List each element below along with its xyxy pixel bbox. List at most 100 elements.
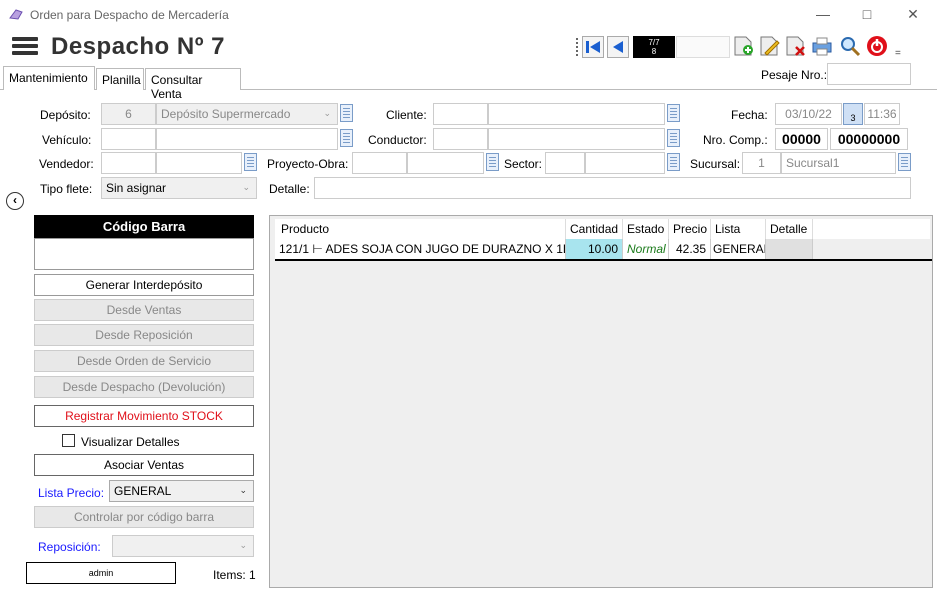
new-document-icon[interactable] (731, 34, 755, 58)
vehiculo-name-field[interactable] (156, 128, 338, 150)
close-button[interactable]: ✕ (898, 4, 928, 26)
desde-orden-servicio-button[interactable]: Desde Orden de Servicio (34, 350, 254, 372)
app-icon (9, 8, 25, 20)
detalle-label: Detalle: (269, 182, 310, 196)
detalle-field[interactable] (314, 177, 911, 199)
deposito-code-field[interactable]: 6 (101, 103, 156, 125)
calendar-icon[interactable]: 3 (843, 103, 863, 125)
maximize-button[interactable]: □ (852, 4, 882, 26)
cliente-name-field[interactable] (488, 103, 665, 125)
fecha-time-field[interactable]: 11:36 (864, 103, 900, 125)
tipo-flete-label: Tipo flete: (40, 182, 93, 196)
sucursal-name-field[interactable]: Sucursal1 (781, 152, 896, 174)
barcode-header: Código Barra (34, 215, 254, 238)
toolbar-grip (576, 38, 579, 56)
col-lista[interactable]: Lista (711, 219, 766, 239)
first-record-icon[interactable] (582, 36, 604, 58)
barcode-input[interactable] (34, 238, 254, 270)
conductor-code-field[interactable] (433, 128, 488, 150)
visualizar-detalles-checkbox[interactable] (62, 434, 75, 447)
cell-producto[interactable]: 121/1 ⊢ ADES SOJA CON JUGO DE DURAZNO X … (275, 239, 566, 260)
col-detalle[interactable]: Detalle (766, 219, 813, 239)
chevron-down-icon: ⌄ (323, 108, 331, 118)
proyecto-code-field[interactable] (352, 152, 407, 174)
chevron-down-icon: ⌄ (242, 182, 250, 192)
vehiculo-code-field[interactable] (101, 128, 156, 150)
conductor-lookup-icon[interactable] (667, 129, 680, 147)
collapse-panel-icon[interactable]: ‹ (6, 192, 24, 210)
tab-consultar-venta[interactable]: Consultar Venta (145, 68, 241, 101)
asociar-ventas-button[interactable]: Asociar Ventas (34, 454, 254, 476)
cell-detalle[interactable] (766, 239, 813, 260)
deposito-select[interactable]: Depósito Supermercado ⌄ (156, 103, 338, 125)
search-icon[interactable] (838, 34, 862, 58)
sucursal-code-field[interactable]: 1 (742, 152, 781, 174)
products-grid (269, 215, 933, 588)
record-counter-bottom: 8 (651, 47, 657, 56)
deposito-label: Depósito: (40, 108, 91, 122)
sucursal-lookup-icon[interactable] (898, 153, 911, 171)
deposito-lookup-icon[interactable] (340, 104, 353, 122)
proyecto-name-field[interactable] (407, 152, 484, 174)
previous-record-icon[interactable] (607, 36, 629, 58)
col-producto[interactable]: Producto (277, 219, 566, 239)
desde-despacho-button[interactable]: Desde Despacho (Devolución) (34, 376, 254, 398)
desde-reposicion-button[interactable]: Desde Reposición (34, 324, 254, 346)
controlar-codigo-barra-button[interactable]: Controlar por código barra (34, 506, 254, 528)
conductor-label: Conductor: (368, 133, 427, 147)
toolbar-overflow-icon[interactable]: = (895, 48, 901, 59)
record-counter-top: 7/7 (648, 38, 660, 47)
col-cantidad[interactable]: Cantidad (566, 219, 623, 239)
edit-document-icon[interactable] (757, 34, 781, 58)
sector-lookup-icon[interactable] (667, 153, 680, 171)
cliente-lookup-icon[interactable] (667, 104, 680, 122)
nro-comp-label: Nro. Comp.: (703, 133, 768, 147)
nav-spacer (676, 36, 730, 58)
chevron-down-icon: ⌄ (239, 485, 247, 495)
pesaje-input[interactable] (827, 63, 911, 85)
print-icon[interactable] (810, 34, 834, 58)
desde-ventas-button[interactable]: Desde Ventas (34, 299, 254, 321)
col-estado[interactable]: Estado (623, 219, 669, 239)
lista-precio-label: Lista Precio: (38, 486, 105, 500)
reposicion-label: Reposición: (38, 540, 101, 554)
cell-lista[interactable]: GENERAL (711, 239, 766, 260)
generar-interdeposito-button[interactable]: Generar Interdepósito (34, 274, 254, 296)
nro-comp-prefix-field[interactable]: 00000 (775, 128, 828, 150)
minimize-button[interactable]: — (808, 4, 838, 26)
power-exit-icon[interactable] (865, 34, 889, 58)
tab-mantenimiento[interactable]: Mantenimiento (3, 66, 95, 90)
menu-icon[interactable] (12, 37, 38, 57)
vendedor-code-field[interactable] (101, 152, 156, 174)
tab-planilla[interactable]: Planilla (96, 68, 144, 90)
vehiculo-lookup-icon[interactable] (340, 129, 353, 147)
registrar-movimiento-button[interactable]: Registrar Movimiento STOCK (34, 405, 254, 427)
reposicion-select[interactable]: ⌄ (112, 535, 254, 557)
user-box: admin (26, 562, 176, 584)
fecha-date-field[interactable]: 03/10/22 (775, 103, 842, 125)
proyecto-label: Proyecto-Obra: (267, 157, 349, 171)
lista-precio-value: GENERAL (114, 484, 172, 498)
cell-precio[interactable]: 42.35 (669, 239, 711, 260)
cell-estado[interactable]: Normal (623, 239, 669, 260)
cliente-code-field[interactable] (433, 103, 488, 125)
tipo-flete-value: Sin asignar (106, 181, 167, 195)
lista-precio-select[interactable]: GENERAL ⌄ (109, 480, 254, 502)
cell-cantidad[interactable]: 10.00 (566, 239, 623, 260)
sector-name-field[interactable] (585, 152, 665, 174)
sector-code-field[interactable] (545, 152, 585, 174)
vendedor-name-field[interactable] (156, 152, 242, 174)
vendedor-label: Vendedor: (39, 157, 94, 171)
deposito-name: Depósito Supermercado (161, 107, 291, 121)
tipo-flete-select[interactable]: Sin asignar ⌄ (101, 177, 257, 199)
vendedor-lookup-icon[interactable] (244, 153, 257, 171)
col-precio[interactable]: Precio (669, 219, 711, 239)
chevron-down-icon: ⌄ (239, 540, 247, 550)
delete-document-icon[interactable] (783, 34, 807, 58)
page-title: Despacho Nº 7 (51, 33, 225, 60)
conductor-name-field[interactable] (488, 128, 665, 150)
proyecto-lookup-icon[interactable] (486, 153, 499, 171)
sucursal-label: Sucursal: (690, 157, 741, 171)
visualizar-detalles-label: Visualizar Detalles (81, 435, 180, 449)
nro-comp-number-field[interactable]: 00000000 (830, 128, 908, 150)
